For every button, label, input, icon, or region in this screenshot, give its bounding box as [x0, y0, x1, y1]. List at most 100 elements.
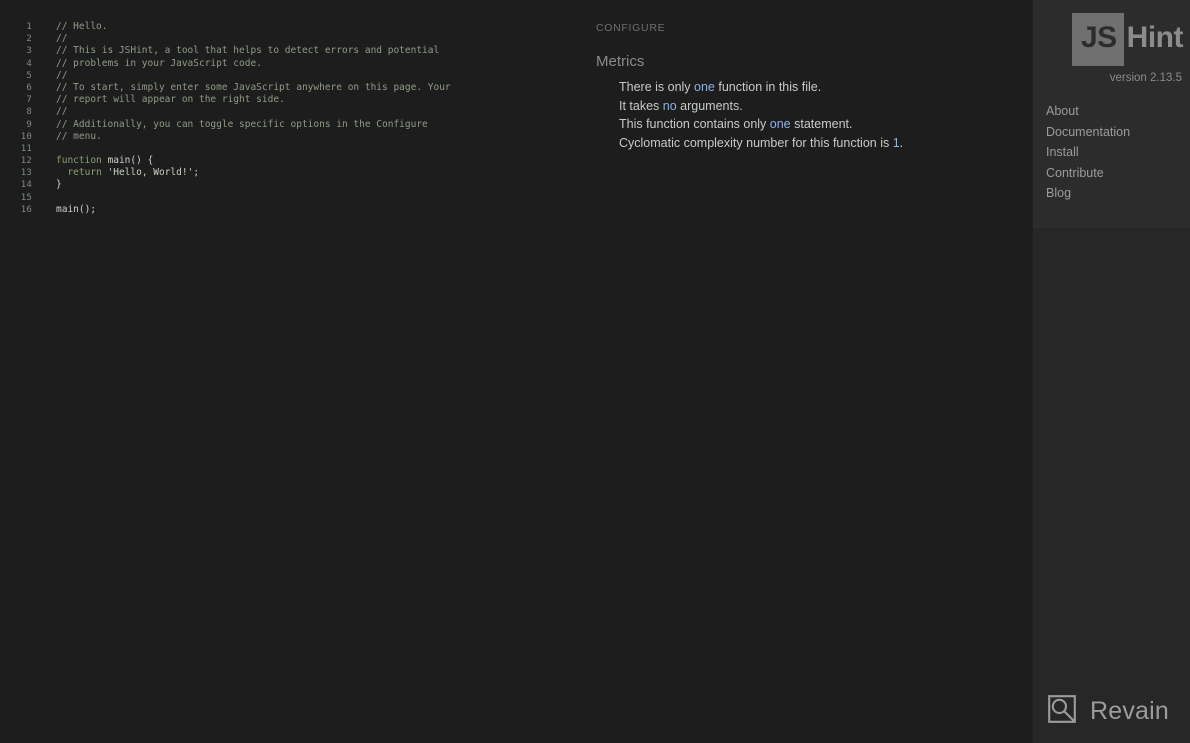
code-line-text: function main() { — [38, 155, 153, 167]
code-token-comment: // problems in your JavaScript code. — [56, 57, 262, 69]
code-line-text: // report will appear on the right side. — [38, 94, 285, 106]
code-line[interactable]: 16 main(); — [0, 204, 1032, 216]
line-number: 6 — [26, 82, 32, 93]
sidebar-nav: About Documentation Install Contribute Blog — [1033, 101, 1190, 204]
revain-wordmark: Revain — [1090, 697, 1170, 725]
sidebar-item-label: Blog — [1046, 186, 1072, 200]
sidebar-item-install[interactable]: Install — [1033, 142, 1190, 163]
revain-logo-icon — [1047, 694, 1077, 729]
sidebar-item-contribute[interactable]: Contribute — [1033, 163, 1190, 184]
code-token-punc: (); — [78, 203, 97, 215]
line-number: 1 — [26, 22, 32, 32]
metrics-text: Cyclomatic complexity number for this fu… — [619, 136, 893, 151]
jshint-logo[interactable]: JS Hint — [1037, 13, 1187, 66]
sidebar-item-documentation[interactable]: Documentation — [1033, 122, 1190, 143]
code-token-comment: // Additionally, you can toggle specific… — [56, 118, 428, 130]
metrics-text: It takes — [619, 98, 663, 113]
code-line[interactable]: 14} — [0, 179, 1032, 191]
code-token-comment: // To start, simply enter some JavaScrip… — [56, 81, 451, 93]
logo-hint-text: Hint — [1126, 21, 1184, 54]
code-line-text: // menu. — [38, 131, 102, 143]
line-number: 5 — [26, 70, 32, 81]
code-line-text: // — [38, 70, 67, 82]
line-number: 14 — [20, 180, 32, 191]
line-number: 4 — [26, 58, 32, 69]
metrics-text: . — [899, 136, 904, 151]
line-number: 13 — [20, 168, 32, 179]
metrics-text: arguments. — [676, 98, 743, 113]
metrics-highlight-value: one — [769, 117, 791, 132]
code-line-text: return 'Hello, World!'; — [38, 167, 199, 179]
version-label: version 2.13.5 — [1109, 72, 1182, 84]
code-line[interactable]: 1 // Hello. — [0, 21, 1032, 33]
metrics-item: This function contains only one statemen… — [619, 115, 1019, 134]
code-line[interactable]: 3 // This is JSHint, a tool that helps to… — [0, 45, 1032, 57]
code-token-str: 'Hello, World!' — [107, 167, 194, 179]
line-number: 3 — [26, 46, 32, 57]
sidebar-item-label: Install — [1046, 145, 1079, 159]
code-line[interactable]: 4 // problems in your JavaScript code. — [0, 58, 1032, 70]
code-line[interactable]: 15 — [0, 192, 1032, 204]
code-token-punc: } — [56, 179, 62, 191]
sidebar: JS Hint version 2.13.5 About Documentatio… — [1032, 0, 1190, 743]
sidebar-bottom-section — [1033, 228, 1190, 743]
metrics-item: Cyclomatic complexity number for this fu… — [619, 134, 1019, 153]
line-number: 12 — [20, 156, 32, 167]
code-token-kw: function — [56, 155, 102, 167]
code-line[interactable]: 12 function main() { — [0, 155, 1032, 167]
metrics-text: There is only — [619, 80, 695, 94]
code-line[interactable]: 13 return 'Hello, World!'; — [0, 167, 1032, 179]
metrics-list: There is only one function in this file.… — [619, 78, 1019, 153]
code-line[interactable]: 2 // — [0, 33, 1032, 45]
sidebar-item-blog[interactable]: Blog — [1033, 183, 1190, 204]
metrics-heading: Metrics — [596, 53, 645, 70]
sidebar-item-label: Documentation — [1046, 124, 1131, 139]
line-number: 8 — [26, 107, 32, 118]
line-number: 16 — [20, 204, 32, 215]
code-line-text: // To start, simply enter some JavaScrip… — [38, 82, 451, 94]
code-token-punc: () { — [130, 155, 154, 167]
code-token-kw: return — [67, 167, 102, 179]
code-token-comment: // report will appear on the right side. — [56, 94, 285, 106]
metrics-highlight-value: one — [694, 80, 715, 94]
metrics-item: There is only one function in this file. — [619, 78, 1019, 97]
code-token-comment: // menu. — [56, 130, 102, 142]
code-line-text: // This is JSHint, a tool that helps to … — [38, 45, 439, 57]
revain-footer-logo[interactable]: Revain — [1047, 694, 1169, 729]
sidebar-item-about[interactable]: About — [1033, 101, 1190, 122]
code-line-text: main(); — [38, 204, 96, 216]
code-line-text: // — [38, 33, 67, 45]
code-line-text: // — [38, 106, 67, 118]
metrics-item: It takes no arguments. — [619, 97, 1019, 116]
metrics-text: statement. — [790, 117, 853, 132]
code-line-text: // problems in your JavaScript code. — [38, 58, 262, 70]
jshint-app: 1 // Hello. 2 // 3 // This is JSHint, a tool … — [0, 0, 1190, 743]
sidebar-item-label: Contribute — [1046, 165, 1104, 180]
metrics-highlight-value: no — [662, 98, 677, 113]
code-line-text: // Hello. — [38, 21, 107, 33]
line-number: 15 — [20, 192, 32, 203]
metrics-highlight-value: 1 — [892, 136, 900, 151]
code-token-fn: main — [56, 203, 79, 215]
code-token-comment: // — [56, 33, 68, 45]
sidebar-item-label: About — [1046, 104, 1079, 118]
configure-menu-button[interactable]: CONFIGURE — [596, 22, 665, 34]
code-token-comment: // Hello. — [56, 21, 108, 32]
line-number: 2 — [26, 34, 32, 45]
code-line-text: } — [38, 179, 62, 191]
code-token-comment: // — [56, 69, 68, 81]
code-line-text: // Additionally, you can toggle specific… — [38, 119, 428, 131]
code-token-comment: // This is JSHint, a tool that helps to … — [56, 45, 440, 57]
line-number: 11 — [20, 143, 32, 154]
line-number: 9 — [26, 119, 32, 130]
code-token-fn: main — [107, 155, 131, 167]
code-token-comment: // — [56, 106, 68, 118]
code-token-punc: ; — [193, 167, 200, 179]
metrics-text: This function contains only — [619, 117, 770, 132]
line-number: 7 — [26, 95, 32, 106]
line-number: 10 — [20, 131, 32, 142]
metrics-text: function in this file. — [714, 80, 822, 94]
